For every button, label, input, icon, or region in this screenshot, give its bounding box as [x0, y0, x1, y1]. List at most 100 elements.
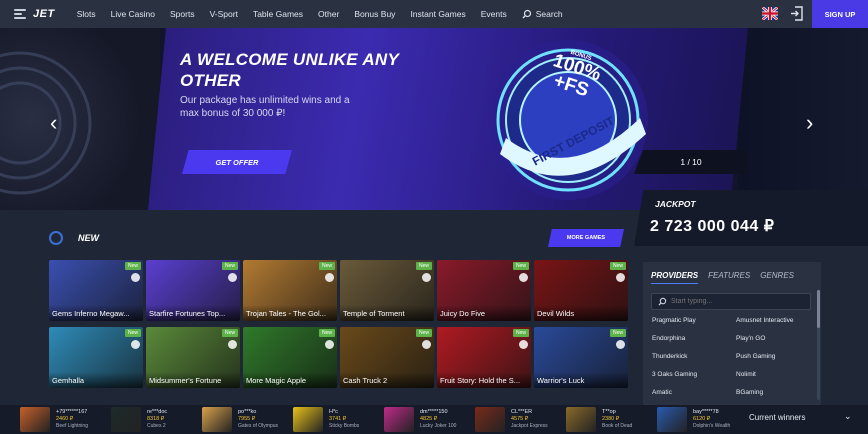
winner-amount: 6120 ₽: [693, 416, 711, 422]
winner-user: CL***ER: [511, 409, 533, 415]
tab-providers[interactable]: PROVIDERS: [651, 271, 699, 284]
winner-item[interactable]: CL***ER 4575 ₽ Jackpot Express: [475, 405, 563, 434]
winner-item[interactable]: +79******167 2460 ₽ Beef Lightning: [20, 405, 108, 434]
new-badge: New: [415, 329, 432, 337]
game-title: Devil Wilds: [534, 305, 628, 321]
more-games-button[interactable]: MORE GAMES: [548, 229, 624, 247]
next-slide-icon[interactable]: ›: [806, 110, 813, 136]
winner-item[interactable]: dm*****150 4825 ₽ Lucky Joker 100: [384, 405, 472, 434]
sign-up-button[interactable]: SIGN UP: [812, 0, 868, 28]
winner-game: Book of Dead: [602, 423, 633, 429]
winner-user: T**op: [602, 409, 616, 415]
provider-item[interactable]: Push Gaming: [736, 353, 775, 360]
winner-amount: 7955 ₽: [238, 416, 256, 422]
provider-item[interactable]: Pragmatic Play: [652, 317, 696, 324]
new-badge: New: [318, 262, 335, 270]
game-title: Warrior's Luck: [534, 372, 628, 388]
game-title: Gemhalla: [49, 372, 143, 388]
get-offer-button[interactable]: GET OFFER: [182, 150, 292, 174]
nav-bonus-buy[interactable]: Bonus Buy: [354, 9, 395, 19]
winner-game: Sticky Bombs: [329, 423, 360, 429]
provider-logo-icon: [131, 340, 140, 349]
provider-item[interactable]: 3 Oaks Gaming: [652, 371, 697, 378]
top-bar: JET Slots Live Casino Sports V-Sport Tab…: [0, 0, 868, 28]
provider-search[interactable]: [651, 293, 811, 310]
nav-slots[interactable]: Slots: [77, 9, 96, 19]
provider-logo-icon: [228, 340, 237, 349]
game-title: More Magic Apple: [243, 372, 337, 388]
nav-events[interactable]: Events: [481, 9, 507, 19]
new-badge: New: [221, 329, 238, 337]
winner-item[interactable]: T**op 2380 ₽ Book of Dead: [566, 405, 654, 434]
hero-banner: A WELCOME UNLIKE ANY OTHER Our package h…: [0, 28, 868, 210]
game-title: Gems Inferno Megaw...: [49, 305, 143, 321]
winner-game: Gates of Olympus: [238, 423, 279, 429]
game-tile[interactable]: New Warrior's Luck: [534, 327, 628, 388]
tab-genres[interactable]: GENRES: [760, 271, 794, 284]
new-badge: New: [609, 329, 626, 337]
provider-logo-icon: [422, 340, 431, 349]
current-winners-label[interactable]: Current winners: [749, 413, 805, 422]
winner-item[interactable]: po***ko 7955 ₽ Gates of Olympus: [202, 405, 290, 434]
winner-amount: 2460 ₽: [56, 416, 74, 422]
game-tile[interactable]: New Devil Wilds: [534, 260, 628, 321]
provider-logo-icon: [519, 340, 528, 349]
winner-user: bay*****78: [693, 409, 719, 415]
game-tile[interactable]: New Gemhalla: [49, 327, 143, 388]
provider-item[interactable]: Amusnet Interactive: [736, 317, 793, 324]
chevron-down-icon[interactable]: ⌄: [844, 411, 852, 422]
provider-item[interactable]: Endorphina: [652, 335, 685, 342]
game-tile[interactable]: New Gems Inferno Megaw...: [49, 260, 143, 321]
prev-slide-icon[interactable]: ‹: [50, 110, 57, 136]
game-tile[interactable]: New Fruit Story: Hold the S...: [437, 327, 531, 388]
new-badge: New: [415, 262, 432, 270]
logo[interactable]: JET: [33, 8, 55, 20]
login-icon[interactable]: [790, 6, 804, 21]
nav-live-casino[interactable]: Live Casino: [111, 9, 155, 19]
hero-right-art: [738, 28, 868, 210]
new-badge: New: [318, 329, 335, 337]
nav-instant-games[interactable]: Instant Games: [410, 9, 465, 19]
provider-item[interactable]: BGaming: [736, 389, 763, 396]
winner-item[interactable]: H*c 3741 ₽ Sticky Bombs: [293, 405, 381, 434]
provider-item[interactable]: Thunderkick: [652, 353, 687, 360]
game-title: Starfire Fortunes Top...: [146, 305, 240, 321]
provider-item[interactable]: Play'n GO: [736, 335, 765, 342]
game-tile[interactable]: New Starfire Fortunes Top...: [146, 260, 240, 321]
game-tile[interactable]: New Midsummer's Fortune: [146, 327, 240, 388]
game-thumbnail: [657, 407, 687, 432]
provider-search-input[interactable]: [671, 298, 791, 305]
winner-game: Jackpot Express: [511, 423, 548, 429]
game-tile[interactable]: New Temple of Torment: [340, 260, 434, 321]
provider-item[interactable]: Nolimit: [736, 371, 756, 378]
game-tile[interactable]: New Cash Truck 2: [340, 327, 434, 388]
hero-title: A WELCOME UNLIKE ANY OTHER: [180, 50, 399, 90]
search-button[interactable]: Search: [522, 9, 563, 19]
provider-logo-icon: [616, 340, 625, 349]
nav-table-games[interactable]: Table Games: [253, 9, 303, 19]
menu-icon[interactable]: [14, 9, 26, 19]
game-title: Fruit Story: Hold the S...: [437, 372, 531, 388]
winner-user: dm*****150: [420, 409, 448, 415]
winner-item[interactable]: re***doc 8318 ₽ Cubes 2: [111, 405, 199, 434]
new-badge: New: [512, 329, 529, 337]
provider-scrollbar[interactable]: [817, 290, 820, 400]
nav-v-sport[interactable]: V-Sport: [210, 9, 238, 19]
game-thumbnail: [475, 407, 505, 432]
tab-features[interactable]: FEATURES: [708, 271, 750, 284]
winner-item[interactable]: bay*****78 6120 ₽ Dolphin's Wealth: [657, 405, 745, 434]
game-tile[interactable]: New More Magic Apple: [243, 327, 337, 388]
new-badge: New: [124, 329, 141, 337]
provider-logo-icon: [616, 273, 625, 282]
winner-amount: 4825 ₽: [420, 416, 438, 422]
nav-other[interactable]: Other: [318, 9, 339, 19]
game-title: Temple of Torment: [340, 305, 434, 321]
game-title: Cash Truck 2: [340, 372, 434, 388]
game-tile[interactable]: New Trojan Tales - The Gol...: [243, 260, 337, 321]
nav-sports[interactable]: Sports: [170, 9, 195, 19]
providers-tabs: PROVIDERS FEATURES GENRES: [651, 271, 794, 284]
game-tile[interactable]: New Juicy Do Five: [437, 260, 531, 321]
new-section-icon: [49, 231, 63, 245]
provider-item[interactable]: Amatic: [652, 389, 672, 396]
uk-flag-icon[interactable]: [762, 7, 778, 20]
